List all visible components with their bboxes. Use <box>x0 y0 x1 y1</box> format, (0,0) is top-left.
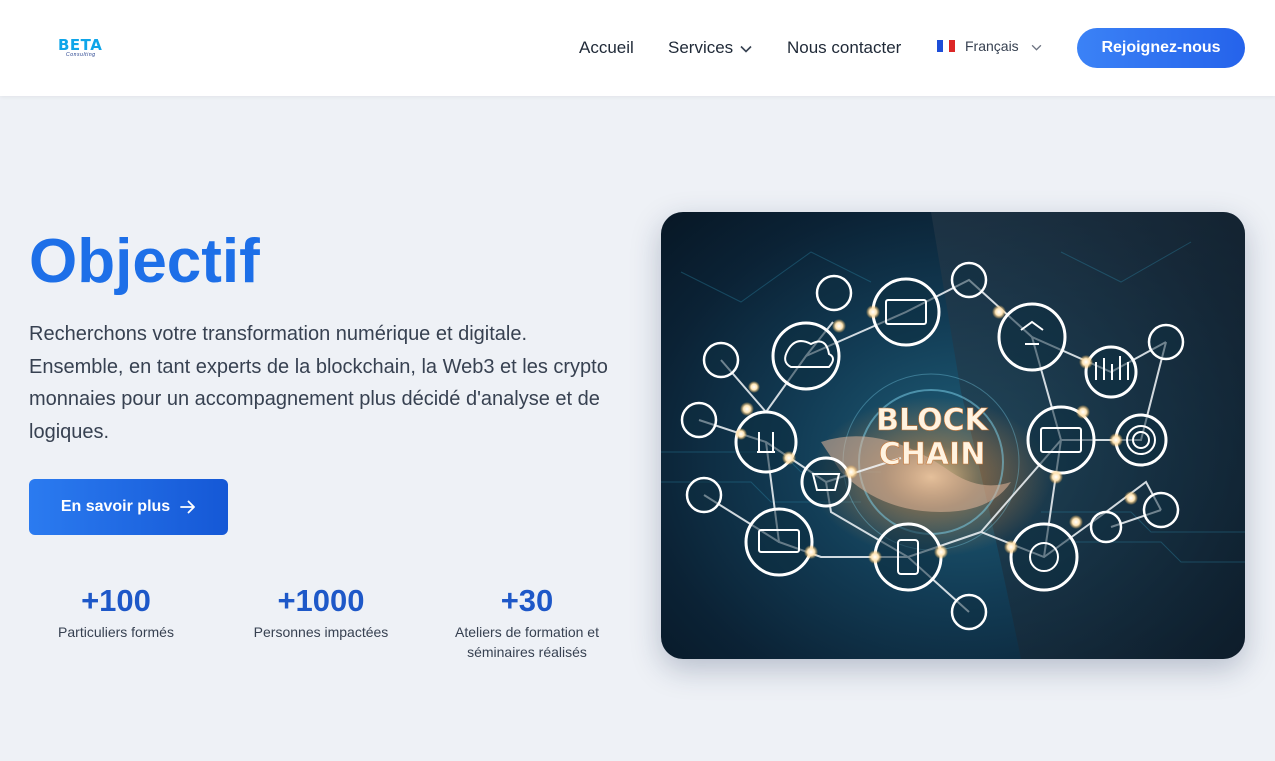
stat-label: Personnes impactées <box>253 624 389 640</box>
chevron-down-icon <box>1031 38 1042 54</box>
stat-people-impacted: +1000 Personnes impactées <box>240 583 402 642</box>
nav-services-label: Services <box>668 38 734 57</box>
nav-home-link[interactable]: Accueil <box>579 38 634 58</box>
join-us-button[interactable]: Rejoignez-nous <box>1077 28 1245 68</box>
nav-contact-link[interactable]: Nous contacter <box>787 38 901 58</box>
language-label: Français <box>965 38 1019 54</box>
hero-title: Objectif <box>29 227 260 296</box>
stat-trained-individuals: +100 Particuliers formés <box>36 583 196 642</box>
nav-contact-label: Nous contacter <box>787 38 902 57</box>
learn-more-label: En savoir plus <box>60 498 171 515</box>
nav-services-dropdown[interactable]: Services <box>668 38 752 58</box>
language-selector[interactable]: Français <box>937 38 1042 54</box>
hero-description: Recherchons votre transformation numériq… <box>29 323 608 443</box>
chevron-down-icon <box>740 38 752 58</box>
stat-value: +1000 <box>277 583 365 618</box>
blockchain-network-graphic: BLOCK CHAIN <box>661 212 1245 659</box>
learn-more-button[interactable]: En savoir plus <box>29 479 228 535</box>
stat-value: +100 <box>81 583 151 618</box>
blockchain-line2: CHAIN <box>879 437 986 472</box>
site-header: BETA Consulting Accueil Services Nous co… <box>0 0 1275 96</box>
arrow-right-icon <box>180 500 196 514</box>
stat-workshops: +30 Ateliers de formation et séminaires … <box>436 583 618 662</box>
france-flag-icon <box>937 40 955 52</box>
stat-label: Ateliers de formation et séminaires réal… <box>455 624 599 660</box>
blockchain-illustration: BLOCK CHAIN <box>661 212 1245 659</box>
nav-home-label: Accueil <box>579 38 634 57</box>
stat-label: Particuliers formés <box>58 624 174 640</box>
stat-value: +30 <box>500 583 554 618</box>
logo-text: BETA <box>58 36 103 54</box>
blockchain-line1: BLOCK <box>876 403 989 438</box>
beta-consulting-logo[interactable]: BETA Consulting <box>58 37 106 61</box>
